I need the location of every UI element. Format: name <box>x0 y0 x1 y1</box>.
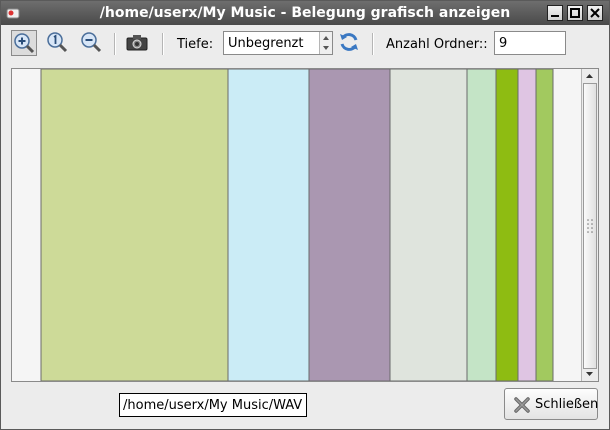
maximize-icon <box>570 8 580 18</box>
depth-spin-buttons[interactable] <box>319 32 332 54</box>
folder-block[interactable] <box>466 69 497 381</box>
folder-block[interactable] <box>517 69 537 381</box>
zoom-original-icon <box>47 32 68 53</box>
zoom-in-button[interactable] <box>11 30 37 56</box>
folder-block[interactable] <box>308 69 391 381</box>
refresh-icon <box>340 33 358 51</box>
vertical-scrollbar[interactable] <box>581 69 598 381</box>
usage-map-frame <box>11 68 599 382</box>
window-title: /home/userx/My Music - Belegung grafisch… <box>99 5 511 21</box>
toolbar-separator <box>162 33 164 55</box>
zoom-original-button[interactable] <box>45 30 71 56</box>
folder-block[interactable] <box>535 69 554 381</box>
depth-label: Tiefe: <box>177 37 214 52</box>
folder-count-field[interactable] <box>494 31 566 55</box>
title-bar[interactable]: /home/userx/My Music - Belegung grafisch… <box>1 1 609 25</box>
close-button-label: Schließen <box>535 397 599 412</box>
scroll-up-button[interactable] <box>582 69 597 83</box>
folder-count-input[interactable] <box>499 36 563 51</box>
screenshot-button[interactable] <box>125 30 151 56</box>
depth-spinbox[interactable]: Unbegrenzt <box>223 31 333 55</box>
camera-icon <box>126 35 148 51</box>
arrow-down-icon <box>586 372 593 376</box>
toolbar-separator <box>372 33 374 55</box>
folder-count-label: Anzahl Ordner:: <box>386 37 488 52</box>
folder-block[interactable] <box>389 69 468 381</box>
maximize-button[interactable] <box>567 5 583 21</box>
folder-block[interactable] <box>495 69 519 381</box>
toolbar: Tiefe: Unbegrenzt Anzahl Ordner:: <box>1 25 609 63</box>
minimize-button[interactable] <box>547 5 563 21</box>
folder-block[interactable] <box>40 69 229 381</box>
scroll-down-button[interactable] <box>582 367 597 381</box>
disk-usage-window: /home/userx/My Music - Belegung grafisch… <box>0 0 610 430</box>
close-x-icon <box>514 397 530 413</box>
depth-value: Unbegrenzt <box>228 36 304 51</box>
close-button[interactable]: Schließen <box>504 388 598 420</box>
folder-block[interactable] <box>227 69 310 381</box>
refresh-button[interactable] <box>337 30 363 56</box>
folder-tooltip: /home/userx/My Music/WAV <box>119 393 308 417</box>
zoom-out-button[interactable] <box>79 30 105 56</box>
usage-map[interactable] <box>12 69 582 381</box>
arrow-up-icon <box>586 74 593 78</box>
spin-arrows-icon <box>323 36 329 50</box>
grip-icon <box>587 219 593 233</box>
zoom-out-icon <box>81 32 102 53</box>
scrollbar-thumb[interactable] <box>583 83 597 369</box>
toolbar-separator <box>114 33 116 55</box>
close-window-button[interactable] <box>587 5 603 21</box>
minimize-icon <box>551 15 559 17</box>
close-icon <box>590 8 600 18</box>
zoom-in-icon <box>14 33 35 54</box>
